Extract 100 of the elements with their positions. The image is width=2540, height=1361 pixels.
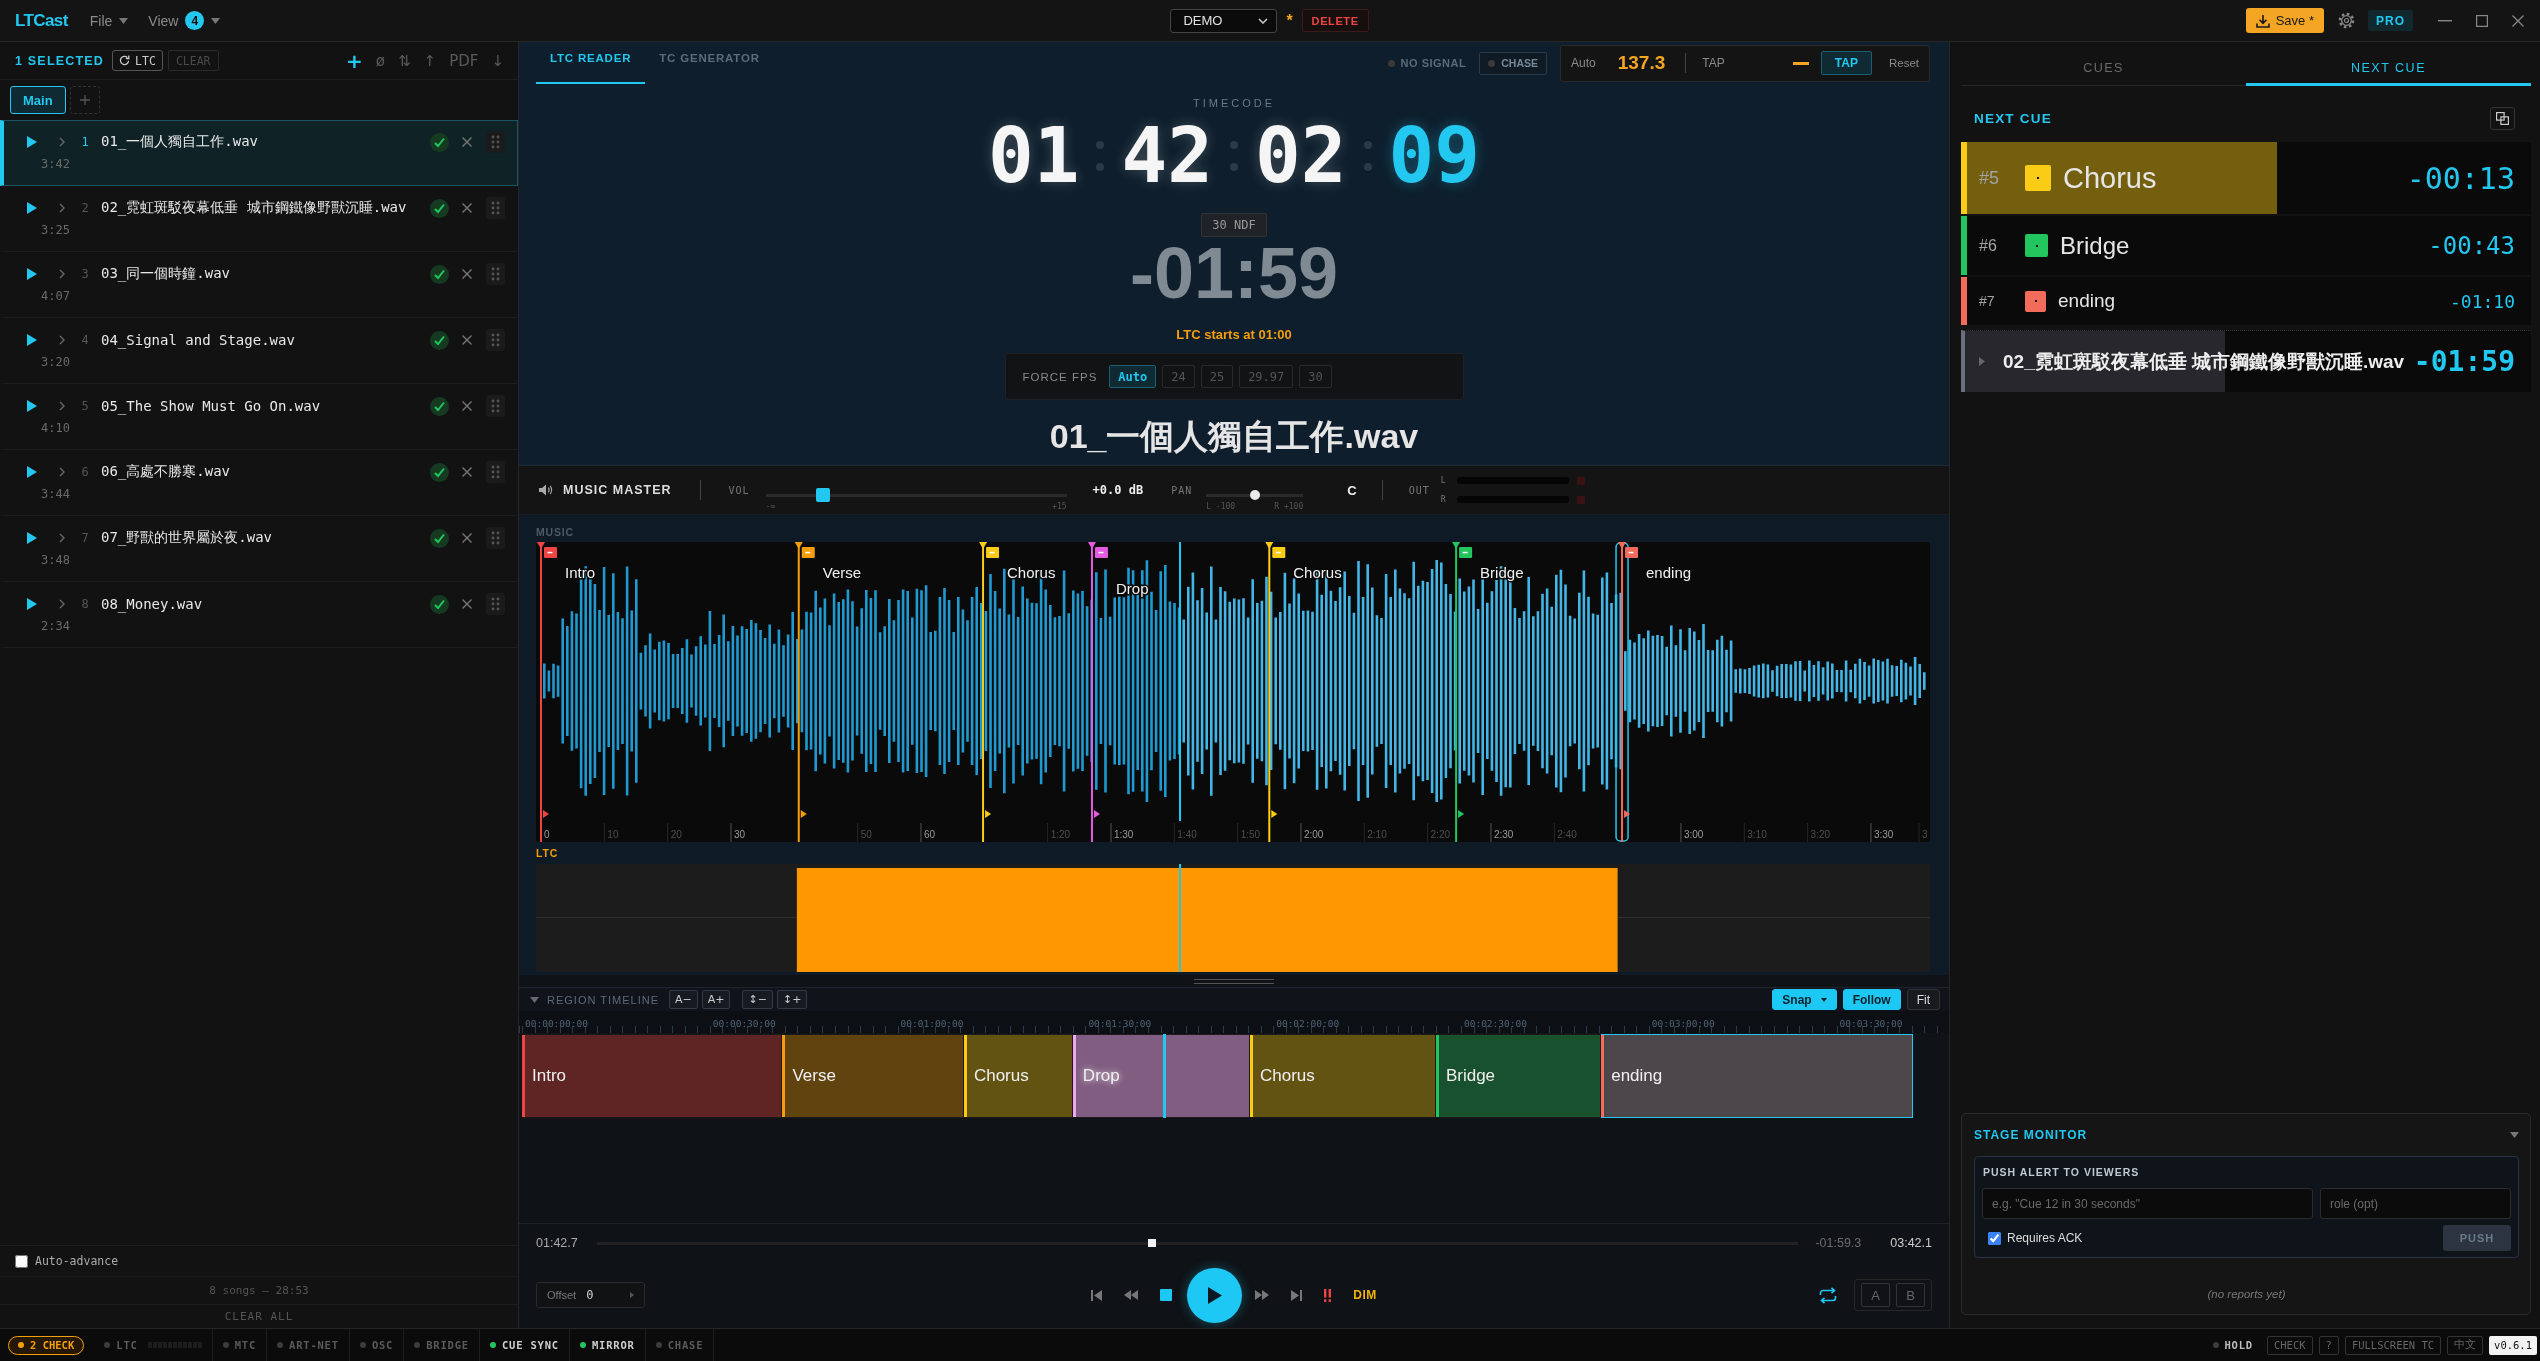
zoom-button[interactable]: ↕− <box>742 990 773 1009</box>
song-row[interactable]: 6 06_高處不勝寒.wav 3:44 <box>0 450 518 516</box>
loop-icon[interactable] <box>1819 1286 1837 1304</box>
maximize-icon[interactable] <box>2476 14 2488 27</box>
fps-option[interactable]: Auto <box>1109 365 1157 388</box>
tap-button[interactable]: TAP <box>1820 51 1872 75</box>
remove-icon[interactable] <box>462 269 472 279</box>
slider-thumb[interactable] <box>815 488 830 502</box>
popout-button[interactable] <box>2490 106 2515 130</box>
chevron-right-icon[interactable] <box>59 137 65 147</box>
auto-advance-checkbox[interactable] <box>15 1254 28 1268</box>
resize-handle[interactable] <box>1194 978 1274 984</box>
drag-handle-icon[interactable] <box>486 395 505 417</box>
minimize-icon[interactable] <box>2438 19 2452 22</box>
setlist-tab[interactable]: Main <box>10 86 66 114</box>
stop-icon[interactable] <box>1160 1289 1173 1301</box>
song-row[interactable]: 5 05_The Show Must Go On.wav 4:10 <box>0 384 518 450</box>
skip-back-icon[interactable] <box>1091 1289 1103 1301</box>
song-row[interactable]: 3 03_同一個時鐘.wav 4:07 <box>0 252 518 318</box>
timeline-region[interactable]: Drop <box>1072 1034 1250 1118</box>
snap-button[interactable]: Snap <box>1772 989 1837 1010</box>
remove-icon[interactable] <box>462 467 472 477</box>
cue-marker[interactable] <box>1265 542 1286 842</box>
panel-tab[interactable]: NEXT CUE <box>2246 42 2531 86</box>
dim-button[interactable]: DIM <box>1353 1288 1377 1302</box>
offset-field[interactable]: Offset 0 <box>536 1282 645 1308</box>
bpm-mode[interactable]: Auto <box>1571 56 1596 70</box>
drag-handle-icon[interactable] <box>486 197 505 219</box>
remove-icon[interactable] <box>462 137 472 147</box>
timeline-region[interactable]: ending <box>1601 1034 1913 1118</box>
song-row[interactable]: 8 08_Money.wav 2:34 <box>0 582 518 648</box>
cue-marker[interactable] <box>537 542 557 842</box>
song-row[interactable]: 7 07_野獸的世界屬於夜.wav 3:48 <box>0 516 518 582</box>
drag-handle-icon[interactable] <box>486 527 505 549</box>
drag-handle-icon[interactable] <box>486 131 505 153</box>
menu-button[interactable]: View 4 <box>148 11 221 30</box>
requires-ack-checkbox[interactable] <box>1988 1231 2001 1245</box>
message-input[interactable]: e.g. "Cue 12 in 30 seconds" <box>1982 1188 2313 1219</box>
drag-handle-icon[interactable] <box>486 329 505 351</box>
double-exclamation-icon[interactable] <box>1324 1288 1332 1302</box>
fast-forward-icon[interactable] <box>1255 1290 1270 1300</box>
toolbar-button[interactable]: + <box>346 48 363 73</box>
chevron-right-icon[interactable] <box>59 599 65 609</box>
progress-thumb[interactable] <box>1147 1239 1156 1247</box>
remove-icon[interactable] <box>462 335 472 345</box>
zoom-button[interactable]: A− <box>669 990 698 1009</box>
reset-button[interactable]: Reset <box>1888 57 1919 69</box>
status-button[interactable]: 中文 <box>2447 1335 2484 1355</box>
chevron-right-icon[interactable] <box>59 467 65 477</box>
cue-marker[interactable] <box>979 542 1000 842</box>
play-icon[interactable] <box>27 268 37 280</box>
cue-row[interactable]: #5 Chorus -00:13 <box>1961 142 2531 214</box>
chevron-right-icon[interactable] <box>59 401 65 411</box>
drag-handle-icon[interactable] <box>486 461 505 483</box>
zoom-button[interactable]: A+ <box>701 990 731 1009</box>
save-button[interactable]: Save * <box>2245 8 2324 33</box>
status-button[interactable]: FULLSCREEN TC <box>2344 1335 2442 1355</box>
toggle-button[interactable]: Fit <box>1906 989 1940 1010</box>
slider-thumb[interactable] <box>1249 490 1260 500</box>
remove-icon[interactable] <box>462 599 472 609</box>
zoom-button[interactable]: ↕+ <box>776 990 808 1009</box>
timeline-region[interactable]: Intro <box>522 1034 783 1118</box>
delete-button[interactable]: DELETE <box>1301 9 1369 32</box>
remove-icon[interactable] <box>462 203 472 213</box>
project-select[interactable]: DEMO <box>1170 8 1278 33</box>
role-input[interactable]: role (opt) <box>2320 1188 2511 1219</box>
cue-row[interactable]: #7 ending -01:10 <box>1961 277 2531 325</box>
ltc-button[interactable]: LTC <box>112 50 163 71</box>
cue-marker[interactable] <box>1452 542 1473 842</box>
toggle-button[interactable]: Follow <box>1842 989 1901 1010</box>
play-icon[interactable] <box>27 202 37 214</box>
play-icon[interactable] <box>27 136 37 148</box>
menu-button[interactable]: File <box>89 12 129 29</box>
remove-icon[interactable] <box>462 401 472 411</box>
close-icon[interactable] <box>2512 14 2524 27</box>
play-icon[interactable] <box>27 466 37 478</box>
song-row[interactable]: 4 04_Signal and Stage.wav 3:20 <box>0 318 518 384</box>
chevron-right-icon[interactable] <box>59 533 65 543</box>
song-row[interactable]: 2 02_霓虹斑駁夜幕低垂 城市鋼鐵像野獸沉睡.wav 3:25 <box>0 186 518 252</box>
cue-marker[interactable] <box>1087 542 1108 842</box>
play-icon[interactable] <box>27 334 37 346</box>
chevron-right-icon[interactable] <box>59 335 65 345</box>
next-song-row[interactable]: 02_霓虹斑駁夜幕低垂 城市鋼鐵像野獸沉睡.wav -01:59 <box>1961 330 2531 392</box>
song-row[interactable]: 1 01_一個人獨自工作.wav 3:42 <box>0 120 518 186</box>
timeline-region[interactable]: Bridge <box>1435 1034 1602 1118</box>
play-icon[interactable] <box>27 400 37 412</box>
app-logo[interactable]: LTCast <box>15 10 68 31</box>
rewind-icon[interactable] <box>1124 1290 1139 1300</box>
remove-icon[interactable] <box>462 533 472 543</box>
timeline-region[interactable]: Chorus <box>963 1034 1073 1118</box>
play-icon[interactable] <box>27 598 37 610</box>
drag-handle-icon[interactable] <box>486 263 505 285</box>
timeline-region[interactable]: Chorus <box>1250 1034 1436 1118</box>
drag-handle-icon[interactable] <box>486 593 505 615</box>
status-button[interactable]: ? <box>2318 1335 2339 1355</box>
play-icon[interactable] <box>27 532 37 544</box>
settings-icon[interactable] <box>2338 12 2355 29</box>
chevron-right-icon[interactable] <box>59 269 65 279</box>
playhead-line[interactable] <box>1179 542 1182 821</box>
check-alert-button[interactable]: 2 CHECK <box>8 1335 85 1355</box>
